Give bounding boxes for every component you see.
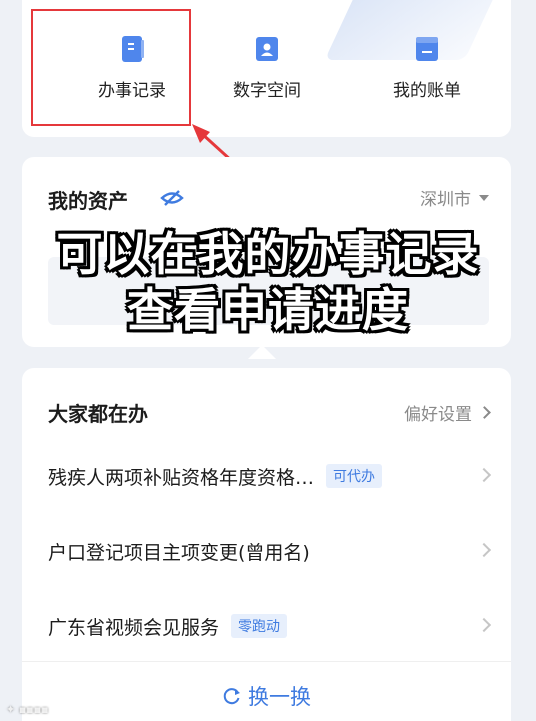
service-item[interactable]: 户口登记项目主项变更(曾用名) — [48, 531, 493, 571]
service-badge: 零跑动 — [231, 614, 288, 638]
divider — [22, 661, 511, 662]
assets-placeholder — [48, 257, 489, 325]
caret-down-icon — [479, 194, 489, 201]
bill-icon — [416, 37, 438, 61]
service-item[interactable]: 残疾人两项补贴资格年度资格… 可代办 — [48, 456, 493, 496]
chevron-right-icon — [478, 406, 491, 419]
service-name: 户口登记项目主项变更(曾用名) — [48, 541, 310, 564]
city-selector[interactable]: 深圳市 — [420, 185, 489, 210]
shortcut-label: 数字空间 — [233, 81, 301, 101]
preferences-link[interactable]: 偏好设置 — [404, 400, 491, 425]
section-title: 大家都在办 — [48, 402, 148, 426]
preferences-label: 偏好设置 — [404, 405, 472, 425]
refresh-icon — [223, 688, 240, 705]
chevron-right-icon — [476, 467, 492, 483]
refresh-label: 换一换 — [248, 685, 311, 709]
city-label: 深圳市 — [420, 190, 471, 210]
chevron-right-icon — [476, 617, 492, 633]
card-pointer — [248, 345, 276, 359]
service-badge: 可代办 — [326, 464, 383, 488]
assets-title: 我的资产 — [48, 189, 128, 213]
shortcut-label: 我的账单 — [393, 81, 461, 101]
shortcut-digital-space[interactable]: 数字空间 — [192, 30, 342, 110]
assets-card: 我的资产 深圳市 — [22, 157, 511, 347]
service-name: 广东省视频会见服务 — [48, 616, 220, 639]
service-item[interactable]: 广东省视频会见服务 零跑动 — [48, 606, 493, 646]
service-name: 残疾人两项补贴资格年度资格… — [48, 466, 315, 489]
chevron-right-icon — [476, 542, 492, 558]
refresh-button[interactable]: 换一换 — [22, 678, 511, 714]
eye-hidden-icon[interactable] — [160, 189, 184, 207]
id-card-icon — [256, 37, 278, 61]
highlight-box — [31, 9, 191, 126]
shortcut-my-bills[interactable]: 我的账单 — [352, 30, 502, 110]
popular-services-card: 大家都在办 偏好设置 残疾人两项补贴资格年度资格… 可代办 户口登记项目主项变更… — [22, 368, 511, 721]
watermark-logo: ✦ ▪▪▪▪ — [6, 703, 49, 716]
